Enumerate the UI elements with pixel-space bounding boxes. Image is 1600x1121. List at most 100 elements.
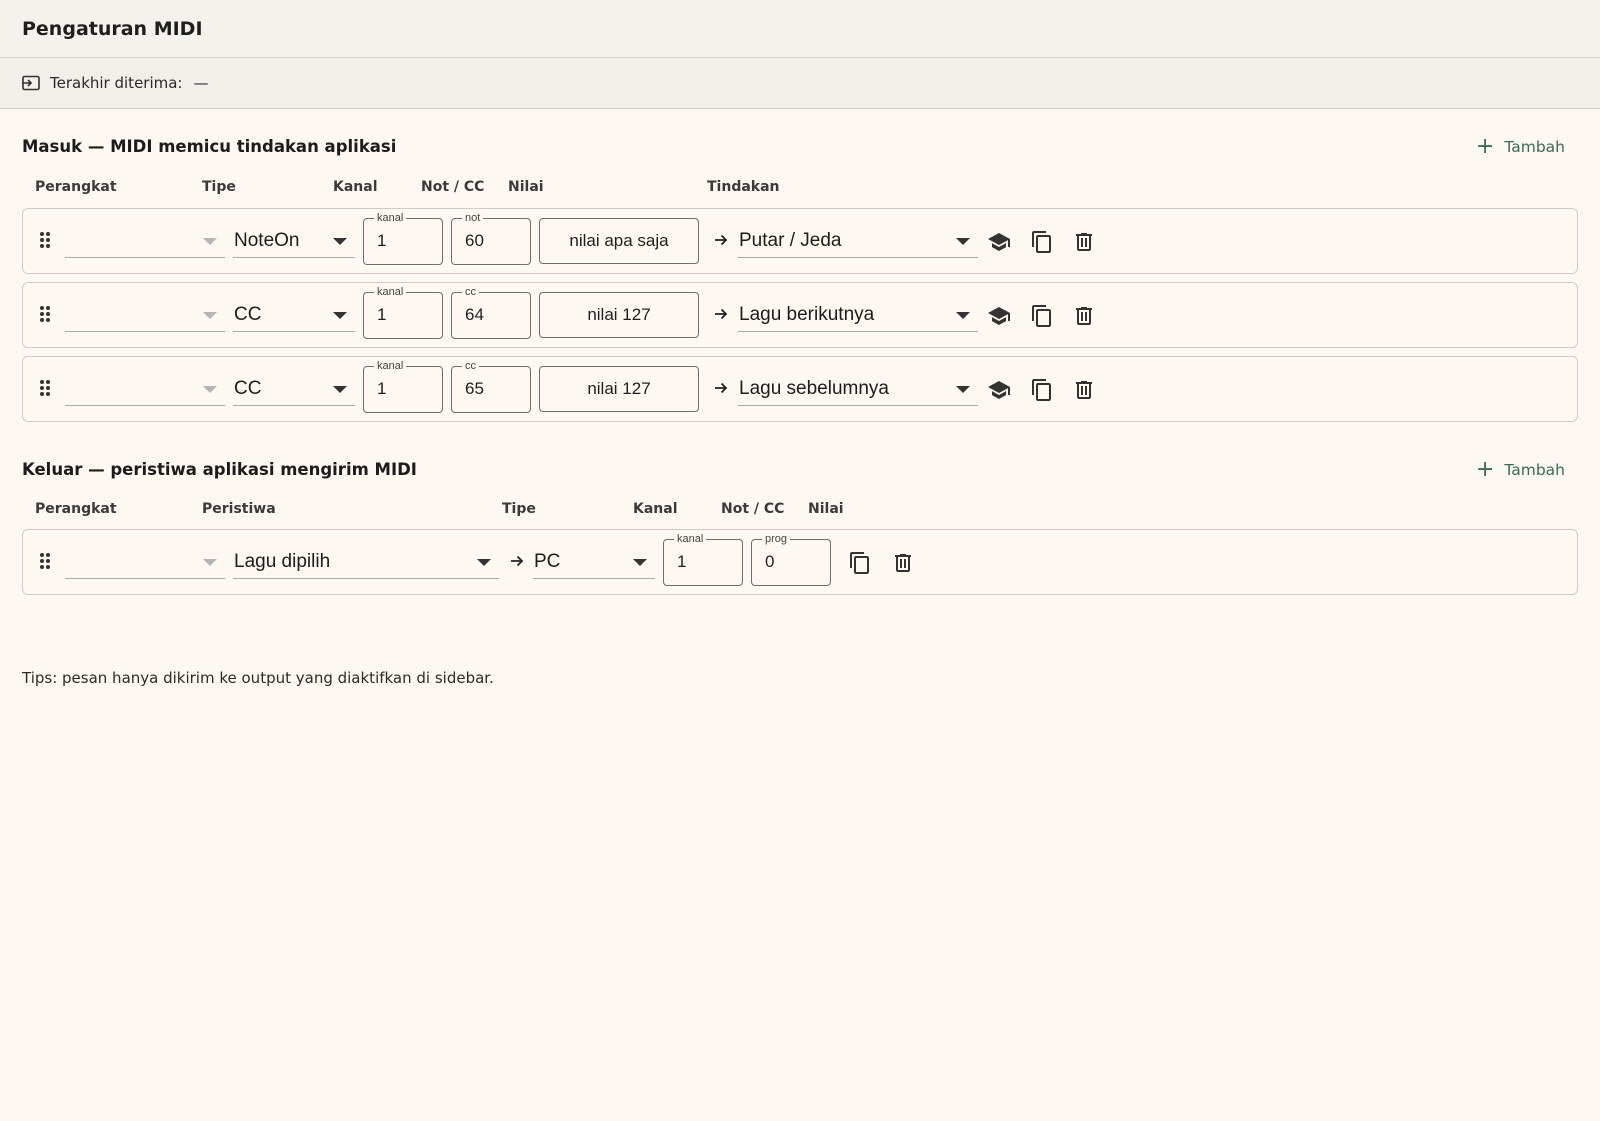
note-field-value: 60 (465, 231, 484, 250)
copy-icon[interactable] (1030, 304, 1054, 328)
channel-field[interactable]: kanal 1 (363, 211, 443, 265)
column-header: Kanal (633, 501, 678, 517)
column-header: Tipe (202, 179, 236, 195)
incoming-mapping-row: CC kanal 1 cc 64 nilai 127 Lagu berikutnya (22, 282, 1578, 348)
status-label: Terakhir diterima: (50, 74, 183, 92)
device-select[interactable] (65, 550, 225, 579)
note-field[interactable]: not 60 (451, 211, 531, 265)
channel-field-label: kanal (374, 359, 407, 373)
incoming-column-headers: Perangkat Tipe Kanal Not / CC Nilai Tind… (22, 179, 1578, 203)
device-select[interactable] (65, 377, 225, 406)
arrow-right-icon (713, 306, 729, 322)
incoming-section-title: Masuk — MIDI memicu tindakan aplikasi (22, 137, 397, 156)
type-select-value: PC (534, 551, 561, 572)
note-field-value: 64 (465, 305, 484, 324)
title-bar: Pengaturan MIDI (0, 0, 1600, 58)
value-button[interactable]: nilai apa saja (539, 218, 699, 264)
arrow-right-icon (713, 380, 729, 396)
drag-handle-icon[interactable] (40, 553, 54, 571)
action-select-value: Putar / Jeda (739, 230, 842, 251)
incoming-mapping-row: NoteOn kanal 1 not 60 nilai apa saja Putar / J… (22, 208, 1578, 274)
type-select-value: NoteOn (234, 230, 300, 251)
copy-icon[interactable] (1030, 230, 1054, 254)
arrow-right-icon (713, 232, 729, 248)
channel-field-label: kanal (374, 211, 407, 225)
note-field-label: cc (462, 285, 479, 299)
copy-icon[interactable] (1030, 378, 1054, 402)
type-select[interactable]: CC (233, 303, 355, 332)
delete-icon[interactable] (1072, 378, 1096, 402)
channel-field-value: 1 (377, 231, 387, 250)
chevron-down-icon (956, 386, 970, 393)
type-select[interactable]: PC (533, 550, 655, 579)
column-header: Kanal (333, 179, 378, 195)
drag-handle-icon[interactable] (40, 232, 54, 250)
value-button[interactable]: nilai 127 (539, 292, 699, 338)
delete-icon[interactable] (891, 551, 915, 575)
prog-field[interactable]: prog 0 (751, 532, 831, 586)
status-value: — (193, 74, 209, 92)
action-select[interactable]: Putar / Jeda (738, 229, 978, 258)
column-header: Tipe (502, 501, 536, 517)
chevron-down-icon (333, 386, 347, 393)
type-select[interactable]: CC (233, 377, 355, 406)
chevron-down-icon (956, 238, 970, 245)
incoming-add-button[interactable]: + Tambah (1475, 134, 1565, 159)
plus-icon: + (1475, 134, 1495, 159)
type-select-value: CC (234, 304, 262, 325)
note-field-label: not (462, 211, 484, 225)
chevron-down-icon (633, 559, 647, 566)
action-select[interactable]: Lagu sebelumnya (738, 377, 978, 406)
channel-field[interactable]: kanal 1 (363, 285, 443, 339)
add-button-label: Tambah (1504, 138, 1565, 156)
chevron-down-icon (333, 312, 347, 319)
channel-field-value: 1 (377, 305, 387, 324)
learn-icon[interactable] (987, 378, 1011, 402)
chevron-down-icon (333, 238, 347, 245)
chevron-down-icon (956, 312, 970, 319)
channel-field[interactable]: kanal 1 (363, 359, 443, 413)
column-header: Nilai (808, 501, 844, 517)
column-header: Perangkat (35, 501, 117, 517)
add-button-label: Tambah (1504, 461, 1565, 479)
plus-icon: + (1475, 457, 1495, 482)
chevron-down-icon (477, 559, 491, 566)
column-header: Not / CC (721, 501, 785, 517)
delete-icon[interactable] (1072, 304, 1096, 328)
outgoing-add-button[interactable]: + Tambah (1475, 457, 1565, 482)
note-field[interactable]: cc 64 (451, 285, 531, 339)
delete-icon[interactable] (1072, 230, 1096, 254)
outgoing-mapping-row: Lagu dipilih PC kanal 1 prog 0 (22, 529, 1578, 595)
channel-field[interactable]: kanal 1 (663, 532, 743, 586)
channel-field-label: kanal (674, 532, 707, 546)
column-header: Nilai (508, 179, 544, 195)
learn-icon[interactable] (987, 230, 1011, 254)
note-field[interactable]: cc 65 (451, 359, 531, 413)
tips-text: Tips: pesan hanya dikirim ke output yang… (22, 669, 494, 687)
learn-icon[interactable] (987, 304, 1011, 328)
input-icon (21, 73, 41, 93)
column-header: Not / CC (421, 179, 485, 195)
type-select[interactable]: NoteOn (233, 229, 355, 258)
outgoing-section-title: Keluar — peristiwa aplikasi mengirim MID… (22, 460, 417, 479)
action-select[interactable]: Lagu berikutnya (738, 303, 978, 332)
copy-icon[interactable] (848, 551, 872, 575)
value-button[interactable]: nilai 127 (539, 366, 699, 412)
event-select-value: Lagu dipilih (234, 551, 331, 572)
event-select[interactable]: Lagu dipilih (233, 550, 499, 579)
drag-handle-icon[interactable] (40, 306, 54, 324)
action-select-value: Lagu berikutnya (739, 304, 875, 325)
drag-handle-icon[interactable] (40, 380, 54, 398)
channel-field-value: 1 (377, 379, 387, 398)
column-header: Tindakan (707, 179, 780, 195)
arrow-right-icon (509, 553, 525, 569)
page-title: Pengaturan MIDI (22, 17, 203, 40)
chevron-down-icon (203, 386, 217, 393)
chevron-down-icon (203, 312, 217, 319)
type-select-value: CC (234, 378, 262, 399)
incoming-section: Masuk — MIDI memicu tindakan aplikasi + … (22, 134, 1578, 430)
outgoing-section: Keluar — peristiwa aplikasi mengirim MID… (22, 457, 1578, 603)
device-select[interactable] (65, 229, 225, 258)
channel-field-label: kanal (374, 285, 407, 299)
device-select[interactable] (65, 303, 225, 332)
